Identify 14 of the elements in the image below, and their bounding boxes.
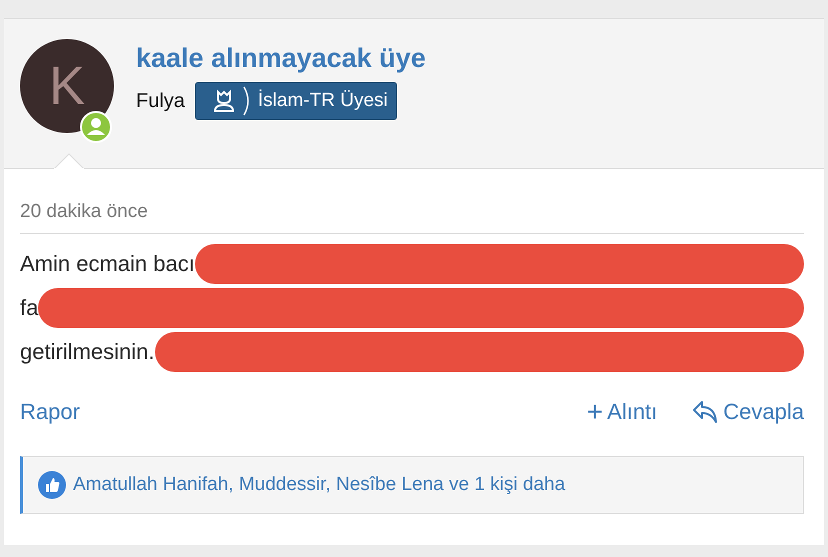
report-link[interactable]: Rapor [20,399,80,425]
post-text: fa [20,295,38,321]
quote-link[interactable]: +Alıntı [586,396,658,428]
reply-icon [691,399,720,425]
member-badge: İslam-TR Üyesi [194,82,397,120]
user-avatar[interactable]: K [20,39,114,133]
reply-link[interactable]: Cevapla [691,399,804,425]
likes-text[interactable]: Amatullah Hanifah, Muddessir, Nesîbe Lena ve 1 kişi daha [73,474,566,496]
post-time: 20 dakika önce [20,201,804,234]
post-text: Amin ecmain bacı [20,251,195,277]
user-title: kaale alınmayacak üye [136,43,426,74]
like-icon [37,470,67,500]
post-text: getirilmesinin. [20,339,154,365]
user-name[interactable]: Fulya [136,90,185,112]
